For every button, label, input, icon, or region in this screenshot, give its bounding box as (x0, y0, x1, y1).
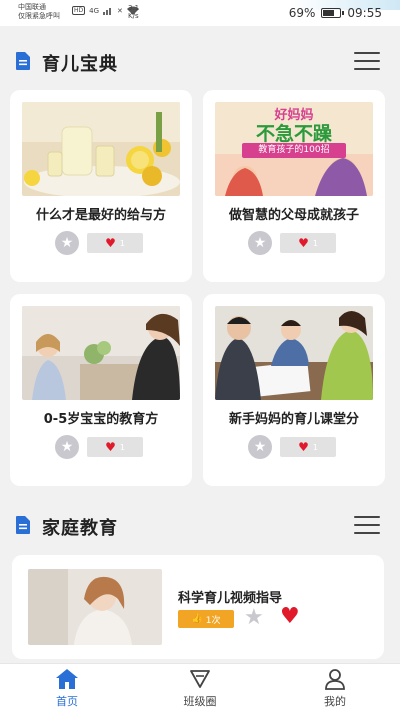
article-image-family-study (215, 306, 373, 400)
emergency-label: 仅限紧急呼叫 (18, 12, 60, 20)
video-thumbnail (28, 569, 162, 645)
favorite-star-icon[interactable]: ★ (248, 231, 272, 255)
like-count: 1 (119, 442, 125, 452)
article-image-lemonade (22, 102, 180, 196)
section-title: 家庭教育 (42, 518, 118, 539)
like-button[interactable]: ♥ 1 (280, 233, 336, 253)
carrier-name: 中国联通 (18, 3, 46, 11)
bottom-tab-bar: 首页 班级圈 我的 (0, 663, 400, 711)
speed-unit: K/s (128, 12, 139, 20)
tab-label: 我的 (324, 695, 346, 708)
video-card[interactable]: 科学育儿视频指导 👍 1次 ★ ♥ (12, 555, 384, 659)
no-signal-icon: ✕ (117, 6, 123, 15)
article-title: 0-5岁宝宝的教育方 (43, 412, 159, 427)
tab-class-circle[interactable]: 班级圈 (165, 668, 235, 710)
article-title: 做智慧的父母成就孩子 (228, 208, 359, 223)
article-card[interactable]: 0-5岁宝宝的教育方 ★ ♥ 1 (10, 294, 192, 486)
view-count-button[interactable]: 👍 1次 (178, 610, 234, 628)
document-icon (16, 516, 30, 534)
menu-icon[interactable] (354, 52, 380, 72)
home-icon (56, 669, 78, 689)
parenting-section-header: 育儿宝典 (0, 42, 400, 82)
heart-icon: ♥ (105, 236, 116, 250)
like-button[interactable]: ♥ 1 (87, 233, 143, 253)
class-circle-icon (190, 670, 210, 688)
section-title: 育儿宝典 (42, 54, 118, 75)
menu-icon[interactable] (354, 516, 380, 536)
hd-badge: HD (72, 6, 86, 15)
user-icon (325, 669, 345, 690)
like-count: 1 (119, 238, 125, 248)
status-right: 69% 09:55 (289, 6, 382, 20)
clock: 09:55 (347, 6, 382, 20)
heart-icon: ♥ (298, 440, 309, 454)
battery-icon (321, 8, 345, 18)
like-button[interactable]: ♥ 1 (87, 437, 143, 457)
heart-icon: ♥ (105, 440, 116, 454)
book-subtitle: 教育孩子的100招 (242, 143, 346, 158)
star-icon[interactable]: ★ (244, 605, 264, 630)
book-title-main: 不急不躁 (255, 123, 332, 145)
view-count: 1次 (205, 615, 221, 626)
article-card[interactable]: 好妈妈 不急不躁 教育孩子的100招 做智慧的父母成就孩子 ★ ♥ 1 (203, 90, 385, 282)
article-card[interactable]: 什么才是最好的给与方 ★ ♥ 1 (10, 90, 192, 282)
article-image-mother-child (22, 306, 180, 400)
network-type: 4G (89, 6, 100, 15)
speed-value: 3.1 (128, 4, 140, 12)
article-title: 什么才是最好的给与方 (35, 208, 166, 223)
thumbs-up-icon: 👍 (191, 614, 203, 624)
tab-label: 首页 (56, 695, 78, 708)
favorite-star-icon[interactable]: ★ (55, 435, 79, 459)
document-icon (16, 52, 30, 70)
tab-me[interactable]: 我的 (300, 668, 370, 710)
video-title: 科学育儿视频指导 (178, 591, 283, 606)
like-count: 1 (312, 238, 318, 248)
tab-label: 班级圈 (183, 695, 217, 708)
network-speed: 3.1 K/s (128, 4, 139, 20)
article-card[interactable]: 新手妈妈的育儿课堂分 ★ ♥ 1 (203, 294, 385, 486)
like-button[interactable]: ♥ 1 (280, 437, 336, 457)
favorite-star-icon[interactable]: ★ (248, 435, 272, 459)
article-title: 新手妈妈的育儿课堂分 (228, 412, 359, 427)
favorite-star-icon[interactable]: ★ (55, 231, 79, 255)
status-bar: 中国联通 仅限紧急呼叫 HD 4G ✕ 3.1 K/s 69% 09:55 (0, 0, 400, 26)
like-count: 1 (312, 442, 318, 452)
heart-icon: ♥ (298, 236, 309, 250)
family-section-header: 家庭教育 (0, 506, 400, 546)
signal-icon (103, 7, 112, 15)
article-image-book-cover: 好妈妈 不急不躁 教育孩子的100招 (215, 102, 373, 196)
heart-icon[interactable]: ♥ (280, 604, 300, 629)
battery-percent: 69% (288, 6, 316, 20)
tab-home[interactable]: 首页 (32, 668, 102, 710)
carrier-info: 中国联通 仅限紧急呼叫 (18, 3, 60, 21)
